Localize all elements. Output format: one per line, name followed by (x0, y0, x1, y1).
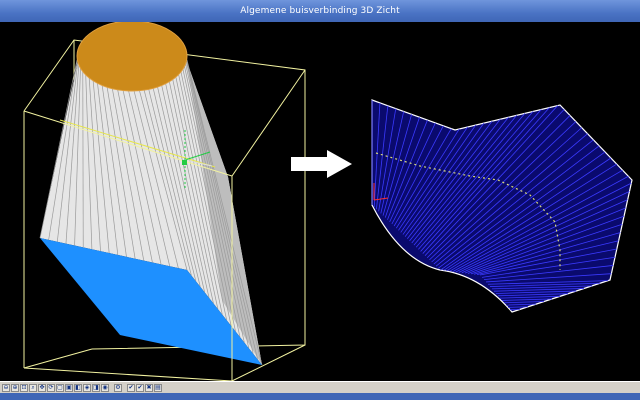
view-top-icon[interactable]: ▣ (65, 383, 73, 392)
top-face (76, 22, 188, 92)
window-title: Algemene buisverbinding 3D Zicht (240, 6, 400, 16)
settings-icon[interactable]: ⚙ (114, 383, 122, 392)
transform-arrow-icon (291, 150, 352, 178)
check-alt-icon[interactable]: ✔ (136, 383, 144, 392)
zoom-window-icon[interactable]: ⊡ (20, 383, 28, 392)
view-front-icon[interactable]: ▢ (56, 383, 64, 392)
zoom-out-icon[interactable]: ⊖ (2, 383, 10, 392)
print-icon[interactable]: ▤ (154, 383, 162, 392)
3d-viewport[interactable] (0, 22, 640, 381)
title-bar: Algemene buisverbinding 3D Zicht (0, 0, 640, 23)
pan-icon[interactable]: ✥ (38, 383, 46, 392)
rotate-icon[interactable]: ⟳ (47, 383, 55, 392)
close-icon[interactable]: ✖ (145, 383, 153, 392)
view-side-icon[interactable]: ◧ (74, 383, 82, 392)
render-icon[interactable]: ◉ (101, 383, 109, 392)
view-back-icon[interactable]: ◨ (92, 383, 100, 392)
view-iso-icon[interactable]: ◈ (83, 383, 91, 392)
unfolded-pattern (371, 99, 633, 313)
zoom-icon[interactable]: ⊕ (11, 383, 19, 392)
zoom-extents-icon[interactable]: ⌕ (29, 383, 37, 392)
view-toolbar: ⊖ ⊕ ⊡ ⌕ ✥ ⟳ ▢ ▣ ◧ ◈ ◨ ◉ ⚙ ✔ ✔ ✖ ▤ (0, 381, 640, 393)
check-icon[interactable]: ✔ (127, 383, 135, 392)
status-bar (0, 393, 640, 400)
